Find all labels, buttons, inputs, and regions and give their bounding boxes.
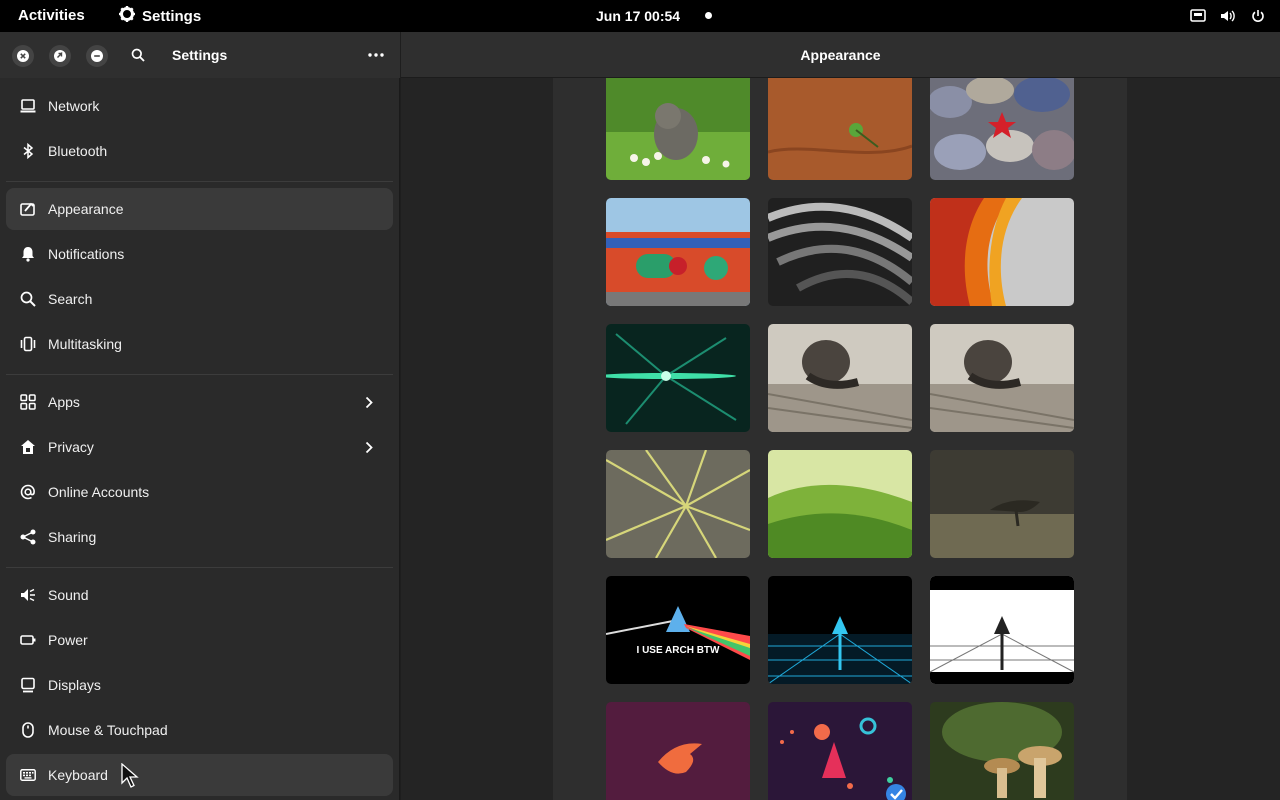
sidebar-item-multitasking[interactable]: Multitasking bbox=[6, 323, 393, 365]
sidebar-item-appearance[interactable]: Appearance bbox=[6, 188, 393, 230]
minimize-icon bbox=[91, 50, 103, 62]
sidebar-item-label: Sound bbox=[48, 587, 89, 603]
wallpaper-thumb-space-rocket[interactable] bbox=[768, 702, 912, 800]
apps-grid-icon bbox=[20, 394, 36, 410]
page-title: Appearance bbox=[800, 47, 881, 63]
volume-icon[interactable] bbox=[1220, 8, 1236, 24]
sidebar-item-label: Mouse & Touchpad bbox=[48, 722, 168, 738]
sidebar-search-button[interactable] bbox=[128, 45, 148, 65]
wallpaper-thumb-purple-bird[interactable] bbox=[606, 702, 750, 800]
wallpaper-thumb-mural[interactable] bbox=[606, 198, 750, 306]
display-icon bbox=[20, 677, 36, 693]
share-icon bbox=[20, 529, 36, 545]
wallpaper-thumb-pebbles[interactable] bbox=[930, 78, 1074, 180]
main-header: Appearance bbox=[401, 32, 1280, 78]
sidebar-item-online-accounts[interactable]: Online Accounts bbox=[6, 471, 393, 513]
bluetooth-icon bbox=[20, 143, 36, 159]
wallpaper-thumb-tea-hills[interactable] bbox=[768, 450, 912, 558]
notification-dot-icon bbox=[705, 12, 712, 19]
sidebar-item-label: Sharing bbox=[48, 529, 97, 545]
maximize-icon bbox=[54, 50, 66, 62]
wallpaper-thumb-storm-tree[interactable] bbox=[930, 450, 1074, 558]
close-icon bbox=[17, 50, 29, 62]
sidebar-item-privacy[interactable]: Privacy bbox=[6, 426, 393, 468]
network-wired-icon[interactable] bbox=[1190, 8, 1206, 24]
battery-icon bbox=[20, 632, 36, 648]
appearance-icon bbox=[20, 201, 36, 217]
sidebar-item-label: Keyboard bbox=[48, 767, 108, 783]
wallpaper-panel[interactable]: I USE ARCH BTW bbox=[553, 78, 1127, 800]
wallpaper-thumb-lily-pad[interactable] bbox=[606, 450, 750, 558]
wallpaper-thumb-arch-synthwave[interactable] bbox=[768, 576, 912, 684]
keyboard-icon bbox=[20, 767, 36, 783]
speaker-icon bbox=[20, 587, 36, 603]
wallpaper-thumb-snail-2[interactable] bbox=[930, 324, 1074, 432]
wallpaper-thumb-kitten[interactable] bbox=[606, 78, 750, 180]
sidebar-title: Settings bbox=[172, 47, 228, 63]
system-tray[interactable] bbox=[1190, 0, 1266, 32]
sidebar-separator bbox=[6, 374, 393, 375]
main-menu-button[interactable] bbox=[364, 45, 388, 65]
sidebar-item-label: Search bbox=[48, 291, 93, 307]
at-sign-icon bbox=[20, 484, 36, 500]
sidebar-item-displays[interactable]: Displays bbox=[6, 664, 393, 706]
sidebar-separator bbox=[6, 567, 393, 568]
mouse-cursor-icon bbox=[121, 763, 139, 788]
sidebar-item-label: Privacy bbox=[48, 439, 94, 455]
search-icon bbox=[20, 291, 36, 307]
wallpaper-thumb-spiral[interactable] bbox=[768, 198, 912, 306]
settings-sidebar: Settings Network Bluetooth Appearance No… bbox=[0, 32, 400, 800]
sidebar-item-keyboard[interactable]: Keyboard bbox=[6, 754, 393, 796]
multitasking-icon bbox=[20, 336, 36, 352]
sidebar-header: Settings bbox=[0, 32, 400, 78]
wallpaper-caption: I USE ARCH BTW bbox=[637, 645, 721, 656]
sidebar-item-apps[interactable]: Apps bbox=[6, 381, 393, 423]
wallpaper-thumb-snail[interactable] bbox=[768, 324, 912, 432]
bell-icon bbox=[20, 246, 36, 262]
sidebar-item-power[interactable]: Power bbox=[6, 619, 393, 661]
gear-icon bbox=[118, 5, 136, 27]
sidebar-item-mouse-touchpad[interactable]: Mouse & Touchpad bbox=[6, 709, 393, 751]
sidebar-item-network[interactable]: Network bbox=[6, 85, 393, 127]
chevron-right-icon bbox=[363, 395, 375, 409]
minimize-window-button[interactable] bbox=[86, 45, 108, 67]
chevron-right-icon bbox=[363, 440, 375, 454]
close-window-button[interactable] bbox=[12, 45, 34, 67]
activities-button[interactable]: Activities bbox=[18, 0, 85, 32]
more-options-icon bbox=[368, 53, 384, 57]
wallpaper-thumb-rust-plant[interactable] bbox=[768, 78, 912, 180]
sidebar-item-label: Multitasking bbox=[48, 336, 122, 352]
mouse-icon bbox=[20, 722, 36, 738]
sidebar-item-sound[interactable]: Sound bbox=[6, 574, 393, 616]
wallpaper-thumb-teal-burst[interactable] bbox=[606, 324, 750, 432]
top-bar: Activities Settings Jun 17 00:54 bbox=[0, 0, 1280, 32]
sidebar-item-search[interactable]: Search bbox=[6, 278, 393, 320]
maximize-window-button[interactable] bbox=[49, 45, 71, 67]
sidebar-item-label: Network bbox=[48, 98, 100, 114]
search-icon bbox=[131, 48, 145, 62]
wallpaper-thumb-arch-white-road[interactable] bbox=[930, 576, 1074, 684]
sidebar-item-label: Appearance bbox=[48, 201, 124, 217]
clock[interactable]: Jun 17 00:54 bbox=[596, 0, 680, 32]
sidebar-item-label: Apps bbox=[48, 394, 80, 410]
sidebar-separator bbox=[6, 181, 393, 182]
sidebar-item-label: Bluetooth bbox=[48, 143, 108, 159]
network-icon bbox=[20, 98, 36, 114]
sidebar-item-label: Online Accounts bbox=[48, 484, 150, 500]
sidebar-item-label: Notifications bbox=[48, 246, 125, 262]
wallpaper-thumb-mushrooms[interactable] bbox=[930, 702, 1074, 800]
sidebar-item-label: Displays bbox=[48, 677, 101, 693]
privacy-hand-icon bbox=[20, 439, 36, 455]
app-menu[interactable]: Settings bbox=[118, 0, 201, 32]
wallpaper-thumb-arch-prism[interactable]: I USE ARCH BTW bbox=[606, 576, 750, 684]
sidebar-item-label: Power bbox=[48, 632, 88, 648]
app-name: Settings bbox=[142, 7, 202, 25]
sidebar-item-bluetooth[interactable]: Bluetooth bbox=[6, 130, 393, 172]
sidebar-item-notifications[interactable]: Notifications bbox=[6, 233, 393, 275]
power-icon[interactable] bbox=[1250, 8, 1266, 24]
wallpaper-thumb-orange-waves[interactable] bbox=[930, 198, 1074, 306]
appearance-page: Appearance I USE ARCH BTW bbox=[401, 32, 1280, 800]
sidebar-item-sharing[interactable]: Sharing bbox=[6, 516, 393, 558]
